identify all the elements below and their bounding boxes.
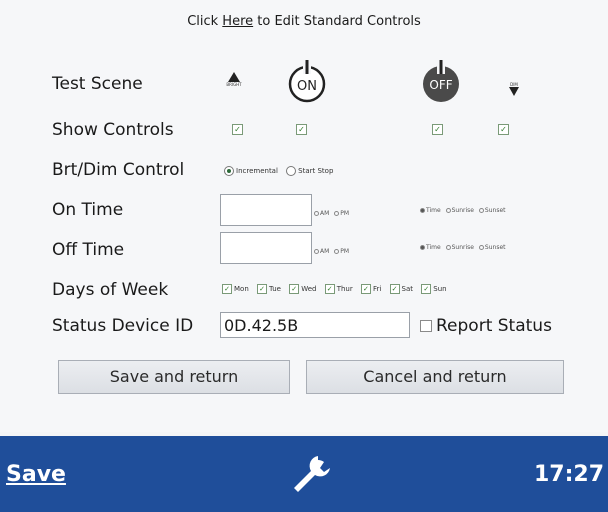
on-am-radio[interactable] — [314, 211, 319, 216]
off-pm-radio[interactable] — [334, 249, 340, 254]
sat-checkbox[interactable]: ✓ — [389, 284, 400, 294]
header-suffix: to Edit Standard Controls — [253, 14, 421, 29]
show-off-checkbox[interactable]: ✓ — [432, 124, 443, 135]
on-sunrise-label: Sunrise — [451, 207, 474, 214]
off-time-type-group: Time Sunrise Sunset — [420, 244, 506, 251]
edit-standard-controls-header: Click Here to Edit Standard Controls — [0, 14, 608, 29]
fri-checkbox[interactable]: ✓ — [360, 284, 371, 294]
dim-label: DIM — [510, 82, 518, 87]
wrench-icon[interactable] — [288, 450, 334, 496]
on-time-input[interactable] — [220, 194, 312, 226]
on-sunrise-radio[interactable] — [445, 208, 451, 213]
dim-button[interactable]: DIM — [504, 82, 524, 96]
off-time-label: Off Time — [52, 240, 125, 260]
on-pm-radio[interactable] — [334, 211, 340, 216]
report-status-checkbox[interactable] — [420, 320, 432, 332]
edit-standard-controls-link[interactable]: Here — [222, 14, 253, 29]
thur-label: Thur — [336, 285, 353, 293]
brt-dim-label: Brt/Dim Control — [52, 160, 185, 180]
taskbar-save-button[interactable]: Save — [6, 462, 66, 487]
on-time-radio[interactable] — [420, 208, 425, 213]
on-time-label: On Time — [52, 200, 124, 220]
wed-label: Wed — [301, 285, 317, 293]
report-status-label: Report Status — [436, 316, 552, 336]
incremental-label: Incremental — [236, 167, 278, 175]
on-button[interactable]: ON — [282, 56, 332, 104]
mon-checkbox[interactable]: ✓ — [222, 284, 232, 294]
show-on-checkbox[interactable]: ✓ — [296, 124, 307, 135]
off-am-label: AM — [320, 248, 330, 255]
off-time-radio[interactable] — [420, 245, 425, 250]
main-panel: Click Here to Edit Standard Controls Tes… — [0, 0, 608, 432]
tue-checkbox[interactable]: ✓ — [257, 284, 267, 294]
thur-checkbox[interactable]: ✓ — [324, 284, 335, 294]
off-am-radio[interactable] — [314, 249, 319, 254]
cancel-and-return-button[interactable]: Cancel and return — [306, 360, 564, 394]
on-time-opt-label: Time — [426, 207, 441, 214]
days-of-week-group: ✓ Mon ✓ Tue ✓ Wed ✓ Thur ✓ Fri ✓ Sat ✓ Sun — [222, 284, 453, 294]
bottom-taskbar: Save 17:27 — [0, 436, 608, 512]
show-controls-label: Show Controls — [52, 120, 174, 140]
off-time-input[interactable] — [220, 232, 312, 264]
off-pm-label: PM — [340, 248, 349, 255]
status-device-id-input[interactable]: 0D.42.5B — [220, 312, 410, 338]
off-sunrise-label: Sunrise — [451, 244, 474, 251]
on-ampm-group: AM PM — [314, 210, 349, 217]
off-sunrise-radio[interactable] — [445, 245, 451, 250]
start-stop-label: Start Stop — [298, 167, 334, 175]
header-prefix: Click — [187, 14, 223, 29]
incremental-radio[interactable] — [224, 166, 234, 176]
bright-label: BRIGHT — [226, 82, 242, 87]
off-button[interactable]: OFF — [416, 56, 466, 104]
on-label: ON — [297, 79, 317, 94]
on-sunset-label: Sunset — [484, 207, 506, 214]
sun-label: Sun — [433, 285, 447, 293]
bright-button[interactable]: BRIGHT — [222, 72, 246, 87]
on-am-label: AM — [320, 210, 330, 217]
sun-checkbox[interactable]: ✓ — [421, 284, 432, 294]
on-time-type-group: Time Sunrise Sunset — [420, 207, 506, 214]
show-bright-checkbox[interactable]: ✓ — [232, 124, 243, 135]
arrow-up-icon — [228, 72, 240, 82]
off-label: OFF — [429, 78, 452, 92]
off-sunset-radio[interactable] — [478, 245, 484, 250]
report-status[interactable]: Report Status — [420, 316, 552, 336]
off-sunset-label: Sunset — [484, 244, 506, 251]
on-sunset-radio[interactable] — [478, 208, 484, 213]
off-time-opt-label: Time — [426, 244, 441, 251]
brt-dim-options: Incremental Start Stop — [224, 166, 333, 176]
days-of-week-label: Days of Week — [52, 280, 169, 300]
save-and-return-button[interactable]: Save and return — [58, 360, 290, 394]
status-device-id-label: Status Device ID — [52, 316, 194, 336]
sat-label: Sat — [401, 285, 414, 293]
mon-label: Mon — [234, 285, 249, 293]
on-pm-label: PM — [340, 210, 349, 217]
tue-label: Tue — [269, 285, 281, 293]
show-dim-checkbox[interactable]: ✓ — [498, 124, 509, 135]
taskbar-clock: 17:27 — [533, 462, 604, 487]
test-scene-label: Test Scene — [52, 74, 143, 94]
off-ampm-group: AM PM — [314, 248, 349, 255]
start-stop-radio[interactable] — [286, 166, 297, 176]
wed-checkbox[interactable]: ✓ — [289, 284, 300, 294]
arrow-down-icon — [509, 87, 519, 96]
fri-label: Fri — [372, 285, 382, 293]
